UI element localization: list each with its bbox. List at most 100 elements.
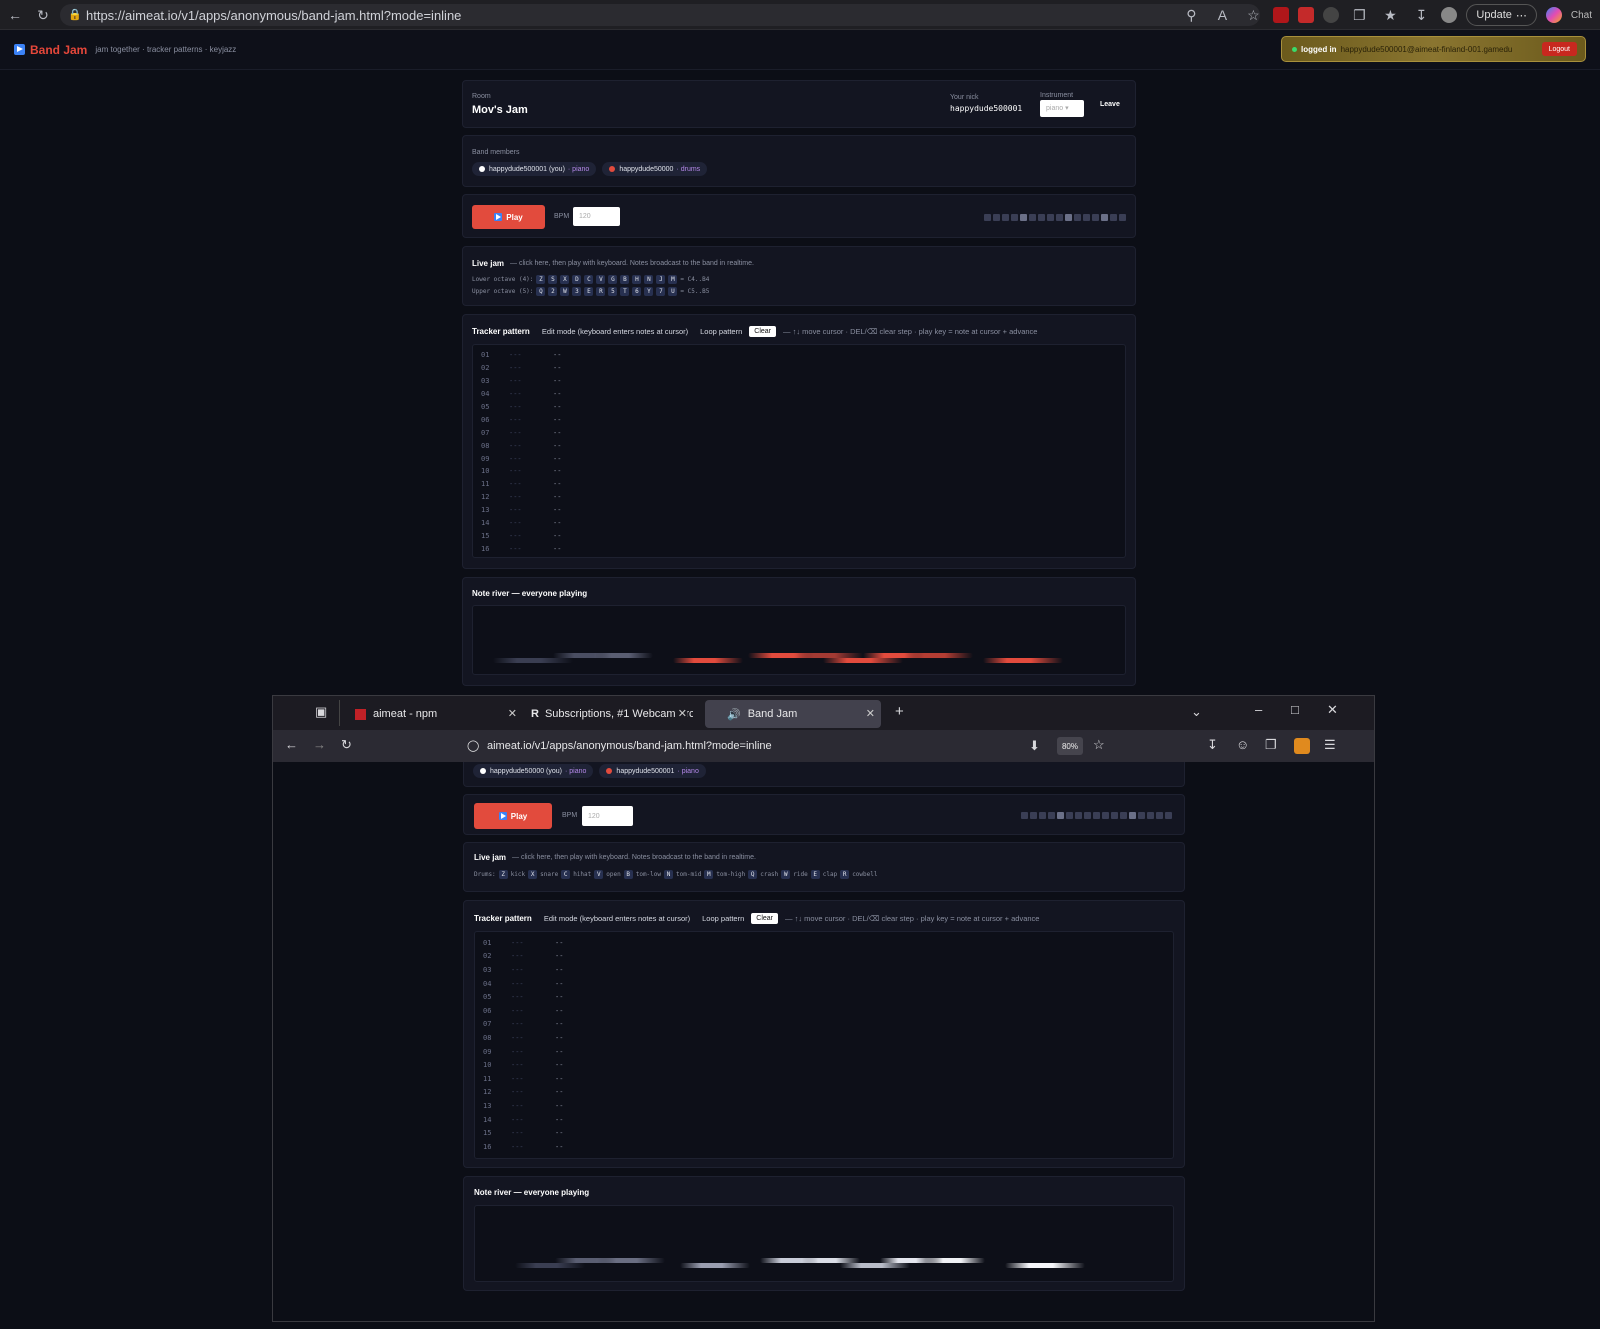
back-icon[interactable]: ← <box>285 737 298 752</box>
edit-mode-toggle[interactable]: Edit mode (keyboard enters notes at curs… <box>542 327 688 336</box>
tracker-row[interactable]: 02 --- -- <box>473 362 1125 375</box>
tracker-row[interactable]: 05 --- -- <box>475 990 1173 1004</box>
key-cap[interactable]: U <box>668 287 678 296</box>
clear-button[interactable]: Clear <box>749 326 776 337</box>
ublock-icon[interactable] <box>1273 7 1290 23</box>
key-cap[interactable]: M <box>704 870 714 879</box>
key-cap[interactable]: D <box>572 275 582 284</box>
tracker-row[interactable]: 11 --- -- <box>473 478 1125 491</box>
key-cap[interactable]: C <box>584 275 594 284</box>
menu-icon[interactable]: ☰ <box>1324 737 1336 753</box>
key-cap[interactable]: Z <box>498 870 508 879</box>
tracker-row[interactable]: 03 --- -- <box>475 963 1173 977</box>
tracker-row[interactable]: 01 --- -- <box>473 349 1125 362</box>
extensions-icon[interactable]: ❐ <box>1348 4 1370 26</box>
inner-tracker-grid[interactable]: 01 --- -- 02 --- -- 03 --- -- 04 --- -- 05 --- -- 06 ---… <box>474 931 1174 1159</box>
key-cap[interactable]: Z <box>536 275 546 284</box>
key-cap[interactable]: E <box>810 870 820 879</box>
zoom-icon[interactable]: ⚲ <box>1180 4 1202 26</box>
tracker-row[interactable]: 10 --- -- <box>473 465 1125 478</box>
inner-loop-pattern-toggle[interactable]: Loop pattern <box>702 914 744 923</box>
tab-aimeat-npm[interactable]: aimeat - npm ✕ <box>347 700 523 728</box>
maximize-icon[interactable]: □ <box>1291 702 1299 717</box>
reload-icon[interactable]: ↻ <box>341 737 352 753</box>
read-aloud-icon[interactable]: A <box>1211 4 1233 26</box>
tracker-row[interactable]: 13 --- -- <box>475 1099 1173 1113</box>
key-cap[interactable]: C <box>561 870 571 879</box>
key-cap[interactable]: S <box>548 275 558 284</box>
tracker-row[interactable]: 11 --- -- <box>475 1072 1173 1086</box>
tracker-grid[interactable]: 01 --- -- 02 --- -- 03 --- -- 04 --- -- 05 --- -- 06 ---… <box>472 344 1126 558</box>
tracker-row[interactable]: 04 --- -- <box>473 388 1125 401</box>
tracker-row[interactable]: 05 --- -- <box>473 401 1125 414</box>
tab-subscriptions[interactable]: R Subscriptions, #1 Webcam Arch ✕ <box>523 700 693 728</box>
key-cap[interactable]: R <box>596 287 606 296</box>
key-cap[interactable]: 2 <box>548 287 558 296</box>
tracker-row[interactable]: 14 --- -- <box>475 1113 1173 1127</box>
key-cap[interactable]: E <box>584 287 594 296</box>
tracker-row[interactable]: 15 --- -- <box>475 1126 1173 1140</box>
key-cap[interactable]: B <box>623 870 633 879</box>
live-jam-panel[interactable]: Live jam — click here, then play with ke… <box>462 246 1136 306</box>
update-button[interactable]: Update ⋯ <box>1466 4 1537 26</box>
close-window-icon[interactable]: ✕ <box>1327 702 1338 718</box>
minimize-icon[interactable]: – <box>1255 702 1262 717</box>
key-cap[interactable]: X <box>560 275 570 284</box>
key-cap[interactable]: M <box>668 275 678 284</box>
tracker-row[interactable]: 16 --- -- <box>473 542 1125 555</box>
inner-address-bar[interactable]: ◯ aimeat.io/v1/apps/anonymous/band-jam.h… <box>461 734 1161 758</box>
bookmark-star-icon[interactable]: ☆ <box>1093 737 1105 753</box>
inner-play-button[interactable]: Play <box>474 803 552 829</box>
extension-orange-icon[interactable] <box>1294 738 1310 754</box>
tracker-row[interactable]: 07 --- -- <box>473 426 1125 439</box>
tracker-row[interactable]: 04 --- -- <box>475 977 1173 991</box>
inner-bpm-input[interactable]: 120 <box>582 806 633 826</box>
copilot-icon[interactable] <box>1545 7 1562 23</box>
close-icon[interactable]: ✕ <box>677 707 687 720</box>
favorites-list-icon[interactable]: ★ <box>1379 4 1401 26</box>
loop-pattern-toggle[interactable]: Loop pattern <box>700 327 742 336</box>
key-cap[interactable]: N <box>644 275 654 284</box>
downloads-icon[interactable]: ↧ <box>1410 4 1432 26</box>
tracker-row[interactable]: 02 --- -- <box>475 950 1173 964</box>
save-page-icon[interactable]: ⬇ <box>1029 738 1040 754</box>
tab-band-jam[interactable]: 🔊 Band Jam ✕ <box>705 700 881 728</box>
key-cap[interactable]: Q <box>536 287 546 296</box>
profile-avatar-icon[interactable] <box>1441 7 1458 23</box>
tracker-row[interactable]: 12 --- -- <box>473 491 1125 504</box>
forward-icon[interactable]: → <box>313 737 326 752</box>
tab-list-icon[interactable]: ⌄ <box>1191 704 1202 720</box>
new-tab-icon[interactable]: + <box>895 703 904 720</box>
leave-button[interactable]: Leave <box>1100 101 1120 108</box>
tracker-row[interactable]: 03 --- -- <box>473 375 1125 388</box>
inner-edit-mode-toggle[interactable]: Edit mode (keyboard enters notes at curs… <box>544 914 690 923</box>
key-cap[interactable]: V <box>596 275 606 284</box>
tracker-row[interactable]: 07 --- -- <box>475 1018 1173 1032</box>
tracker-row[interactable]: 15 --- -- <box>473 529 1125 542</box>
key-cap[interactable]: 7 <box>656 287 666 296</box>
key-cap[interactable]: T <box>620 287 630 296</box>
tracker-row[interactable]: 06 --- -- <box>473 413 1125 426</box>
tracker-row[interactable]: 13 --- -- <box>473 504 1125 517</box>
tracker-row[interactable]: 16 --- -- <box>475 1140 1173 1154</box>
address-bar[interactable]: 🔒 https://aimeat.io/v1/apps/anonymous/ba… <box>60 4 1260 26</box>
key-cap[interactable]: B <box>620 275 630 284</box>
key-cap[interactable]: J <box>656 275 666 284</box>
tracker-row[interactable]: 12 --- -- <box>475 1086 1173 1100</box>
key-cap[interactable]: N <box>664 870 674 879</box>
play-button[interactable]: Play <box>472 205 545 229</box>
reload-icon[interactable]: ↻ <box>32 4 54 26</box>
key-cap[interactable]: X <box>528 870 538 879</box>
logout-button[interactable]: Logout <box>1541 42 1577 56</box>
tracker-row[interactable]: 14 --- -- <box>473 517 1125 530</box>
key-cap[interactable]: H <box>632 275 642 284</box>
key-cap[interactable]: Q <box>748 870 758 879</box>
key-cap[interactable]: W <box>781 870 791 879</box>
tracker-row[interactable]: 09 --- -- <box>473 452 1125 465</box>
tracker-row[interactable]: 08 --- -- <box>473 439 1125 452</box>
extension-red-icon[interactable] <box>1298 7 1315 23</box>
key-cap[interactable]: R <box>840 870 850 879</box>
favorite-icon[interactable]: ☆ <box>1242 4 1264 26</box>
instrument-select[interactable]: piano ▾ <box>1040 100 1084 117</box>
back-icon[interactable]: ← <box>4 4 26 26</box>
